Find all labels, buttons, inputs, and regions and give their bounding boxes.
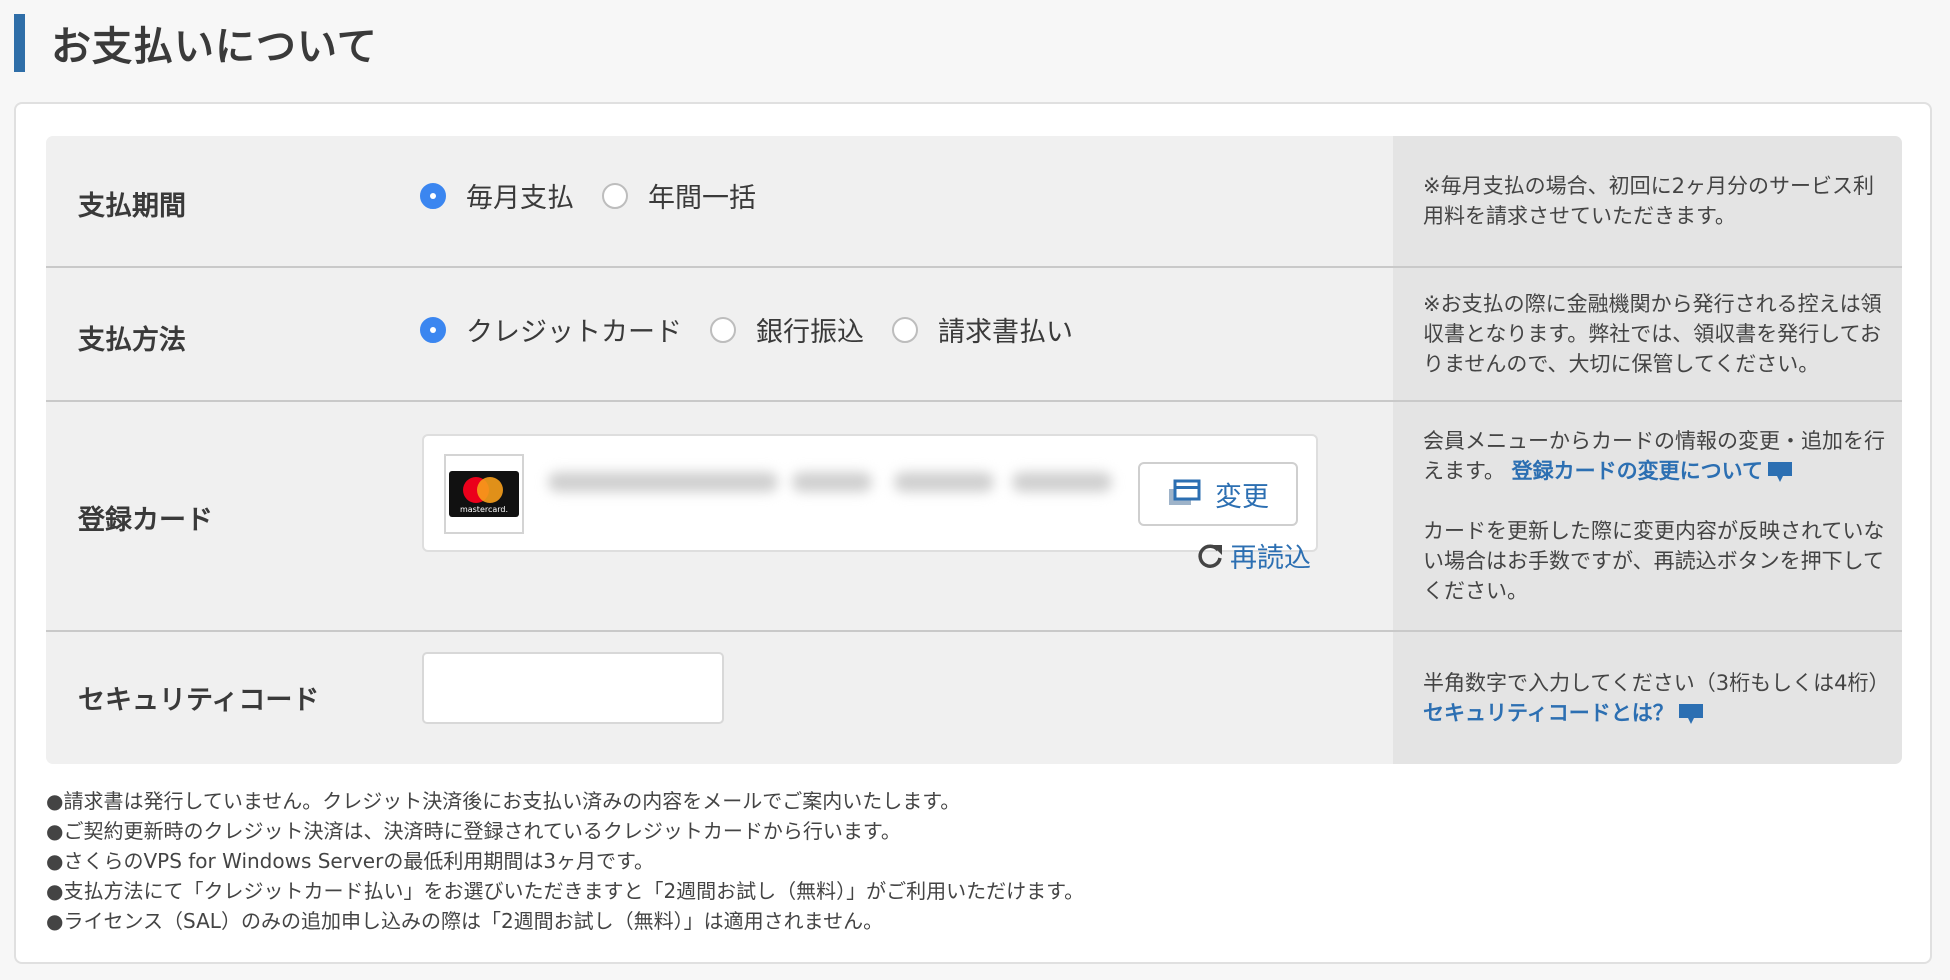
radio-bank-transfer[interactable]: 銀行振込: [710, 310, 864, 349]
payment-method-label: 支払方法: [78, 325, 186, 356]
payment-note-item: ●ご契約更新時のクレジット決済は、決済時に登録されているクレジットカードから行い…: [46, 819, 901, 843]
speech-bubble-icon: [1767, 462, 1792, 482]
security-code-help-link[interactable]: セキュリティコードとは？: [1423, 701, 1704, 725]
radio-credit-card-button[interactable]: [420, 316, 446, 343]
speech-bubble-icon: [1678, 704, 1703, 724]
security-code-label: セキュリティコード: [78, 685, 320, 716]
payment-method-row: 支払方法 クレジットカード 銀行振込 請求書払い ※お支払の際に金融機関から発行…: [46, 268, 1902, 400]
radio-bank-transfer-button[interactable]: [710, 316, 736, 343]
reload-button[interactable]: 再読込: [1196, 536, 1311, 575]
registered-card-row: 登録カード mastercard. 変更 再読込 会員メニューからカードの情報の…: [46, 402, 1902, 630]
card-expiry-masked: [894, 472, 994, 492]
security-code-note: 半角数字で入力してください（3桁もしくは4桁） セキュリティコードとは？: [1393, 632, 1902, 764]
reload-label[interactable]: 再読込: [1230, 536, 1311, 575]
payment-period-label: 支払期間: [78, 191, 186, 222]
radio-yearly[interactable]: 年間一括: [602, 176, 756, 215]
radio-monthly-label[interactable]: 毎月支払: [466, 176, 574, 215]
security-code-note-text: 半角数字で入力してください（3桁もしくは4桁）: [1423, 671, 1890, 695]
payment-note-item: ●さくらのVPS for Windows Serverの最低利用期間は3ヶ月です…: [46, 849, 655, 873]
security-code-cell: セキュリティコード: [46, 632, 1393, 764]
radio-monthly-button[interactable]: [420, 182, 446, 209]
radio-invoice-button[interactable]: [892, 316, 918, 343]
page-header: お支払いについて: [14, 14, 378, 72]
radio-invoice-label[interactable]: 請求書払い: [938, 310, 1073, 349]
page-title: お支払いについて: [51, 24, 378, 70]
payment-notes-list: ●請求書は発行していません。クレジット決済後にお支払い済みの内容をメールでご案内…: [46, 786, 1084, 936]
card-logo-frame: mastercard.: [444, 454, 524, 534]
payment-period-note: ※毎月支払の場合、初回に2ヶ月分のサービス利用料を請求させていただきます。: [1393, 136, 1902, 266]
radio-bank-transfer-label[interactable]: 銀行振込: [756, 310, 864, 349]
radio-credit-card-label[interactable]: クレジットカード: [466, 310, 682, 349]
payment-method-options: クレジットカード 銀行振込 請求書払い: [420, 310, 1101, 349]
change-card-button[interactable]: 変更: [1138, 462, 1298, 526]
change-card-label[interactable]: 変更: [1215, 475, 1269, 514]
security-code-row: セキュリティコード 半角数字で入力してください（3桁もしくは4桁） セキュリティ…: [46, 632, 1902, 764]
radio-credit-card[interactable]: クレジットカード: [420, 310, 682, 349]
payment-note-item: ●支払方法にて「クレジットカード払い」をお選びいただきますと「2週間お試し（無料…: [46, 879, 1085, 903]
title-accent-bar: [14, 14, 25, 72]
card-note-first: 会員メニューからカードの情報の変更・追加を行えます。 登録カードの変更について: [1423, 426, 1888, 486]
card-change-help-link-text[interactable]: 登録カードの変更について: [1512, 459, 1763, 483]
card-number-masked: [548, 472, 778, 492]
payment-note-item: ●請求書は発行していません。クレジット決済後にお支払い済みの内容をメールでご案内…: [46, 789, 961, 813]
registered-card-note: 会員メニューからカードの情報の変更・追加を行えます。 登録カードの変更について …: [1393, 402, 1902, 630]
payment-note-item: ●ライセンス（SAL）のみの追加申し込みの際は「2週間お試し（無料）」は適用され…: [46, 909, 884, 933]
card-info-masked: [792, 472, 872, 492]
payment-form-table: 支払期間 毎月支払 年間一括 ※毎月支払の場合、初回に2ヶ月分のサービス利用料を…: [46, 136, 1902, 764]
radio-yearly-label[interactable]: 年間一括: [648, 176, 756, 215]
mastercard-logo-text: mastercard.: [459, 505, 509, 514]
registered-card-box: mastercard. 変更: [422, 434, 1318, 552]
registered-card-label: 登録カード: [78, 505, 213, 536]
security-code-input[interactable]: [422, 652, 724, 724]
security-code-help-link-text[interactable]: セキュリティコードとは？: [1423, 701, 1674, 725]
card-change-help-link[interactable]: 登録カードの変更について: [1512, 459, 1793, 483]
payment-method-cell: 支払方法 クレジットカード 銀行振込 請求書払い: [46, 268, 1393, 400]
payment-period-row: 支払期間 毎月支払 年間一括 ※毎月支払の場合、初回に2ヶ月分のサービス利用料を…: [46, 136, 1902, 266]
card-holder-masked: [1012, 472, 1112, 492]
radio-monthly[interactable]: 毎月支払: [420, 176, 574, 215]
payment-period-options: 毎月支払 年間一括: [420, 176, 784, 215]
payment-period-cell: 支払期間 毎月支払 年間一括: [46, 136, 1393, 266]
payment-panel: 支払期間 毎月支払 年間一括 ※毎月支払の場合、初回に2ヶ月分のサービス利用料を…: [14, 102, 1932, 964]
reload-icon: [1198, 544, 1222, 568]
registered-card-cell: 登録カード mastercard. 変更 再読込: [46, 402, 1393, 630]
radio-invoice[interactable]: 請求書払い: [892, 310, 1073, 349]
card-change-icon: [1169, 479, 1201, 505]
radio-yearly-button[interactable]: [602, 182, 628, 209]
payment-method-note: ※お支払の際に金融機関から発行される控えは領収書となります。弊社では、領収書を発…: [1393, 268, 1902, 400]
card-note-second: カードを更新した際に変更内容が反映されていない場合はお手数ですが、再読込ボタンを…: [1423, 519, 1885, 603]
mastercard-logo-icon: mastercard.: [449, 471, 519, 517]
